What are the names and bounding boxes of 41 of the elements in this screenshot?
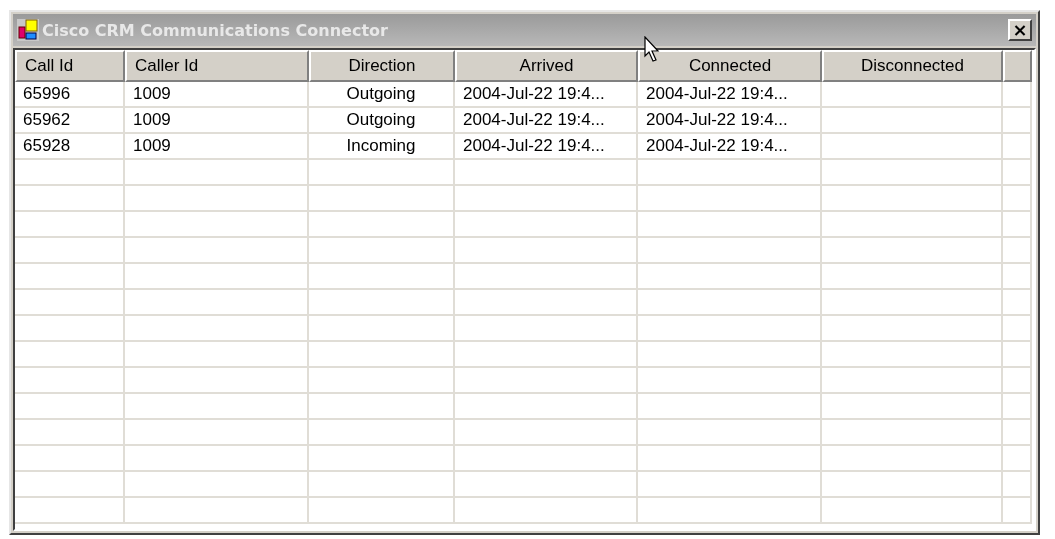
column-header[interactable]: Call Id [15, 50, 125, 82]
table-cell: 2004-Jul-22 19:4... [638, 134, 822, 160]
window-title: Cisco CRM Communications Connector [42, 20, 389, 40]
table-cell: 1009 [125, 134, 309, 160]
empty-cell [1003, 446, 1032, 472]
column-header[interactable]: Direction [309, 50, 455, 82]
table-cell: 2004-Jul-22 19:4... [455, 82, 638, 108]
table-cell: 65962 [15, 108, 125, 134]
empty-cell [1003, 108, 1032, 134]
table-cell: 65928 [15, 134, 125, 160]
table-cell: Outgoing [309, 82, 455, 108]
empty-cell [1003, 394, 1032, 420]
column-header[interactable]: Disconnected [822, 50, 1003, 82]
empty-cell [1003, 420, 1032, 446]
column-header[interactable]: Caller Id [125, 50, 309, 82]
empty-cell [1003, 212, 1032, 238]
empty-cell [1003, 82, 1032, 108]
table-cell: 2004-Jul-22 19:4... [638, 82, 822, 108]
empty-cell [1003, 238, 1032, 264]
empty-cell [1003, 134, 1032, 160]
table-cell: 1009 [125, 108, 309, 134]
empty-cell [1003, 342, 1032, 368]
app-icon [17, 19, 39, 41]
table-cell: 2004-Jul-22 19:4... [455, 134, 638, 160]
table-cell: Outgoing [309, 108, 455, 134]
empty-cell [1003, 498, 1032, 524]
empty-cell [1003, 472, 1032, 498]
empty-cell [1003, 186, 1032, 212]
table-cell: 2004-Jul-22 19:4... [638, 108, 822, 134]
close-button[interactable]: × [1008, 19, 1032, 41]
empty-cell [1003, 160, 1032, 186]
table-cell: 1009 [125, 82, 309, 108]
empty-cell [1003, 316, 1032, 342]
column-header[interactable]: Arrived [455, 50, 638, 82]
column-header[interactable]: Connected [638, 50, 822, 82]
table-cell: Incoming [309, 134, 455, 160]
table-cell: 65996 [15, 82, 125, 108]
empty-cell [1003, 264, 1032, 290]
empty-cell [1003, 290, 1032, 316]
empty-cell [1003, 368, 1032, 394]
table-cell: 2004-Jul-22 19:4... [455, 108, 638, 134]
